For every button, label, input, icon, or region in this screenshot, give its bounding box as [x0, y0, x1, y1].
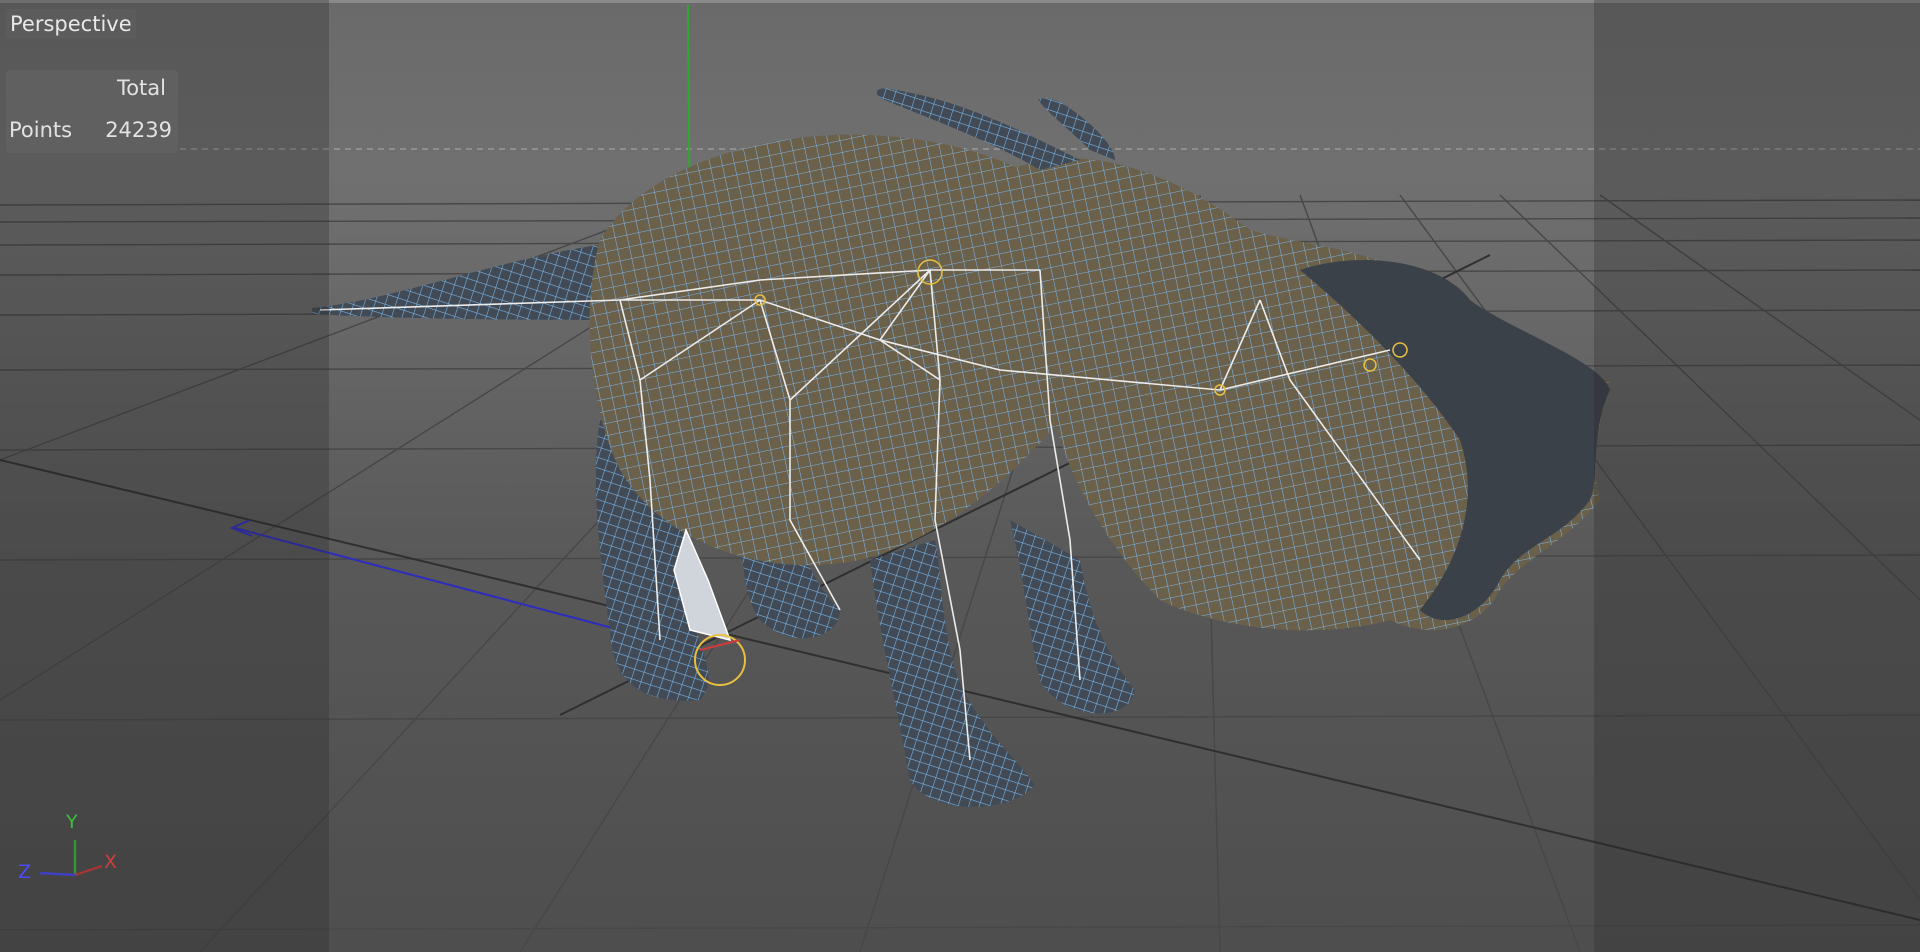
stats-column-header: Total — [116, 76, 166, 100]
stats-row-value: 24239 — [105, 118, 172, 142]
left-front-leg[interactable] — [870, 540, 1035, 807]
axis-z-label: Z — [18, 861, 32, 883]
right-front-leg[interactable] — [1010, 520, 1135, 714]
axis-x-label: X — [104, 851, 118, 873]
stats-row-label: Points — [9, 118, 73, 142]
axis-y-label: Y — [66, 811, 78, 833]
camera-label[interactable]: Perspective — [6, 9, 136, 39]
3d-viewport[interactable]: Perspective Total Points 24239 Y X Z — [0, 0, 1920, 952]
triceratops-mesh[interactable] — [312, 88, 1610, 807]
stats-panel: Total Points 24239 — [6, 70, 178, 153]
safe-frame-right — [1594, 0, 1920, 952]
